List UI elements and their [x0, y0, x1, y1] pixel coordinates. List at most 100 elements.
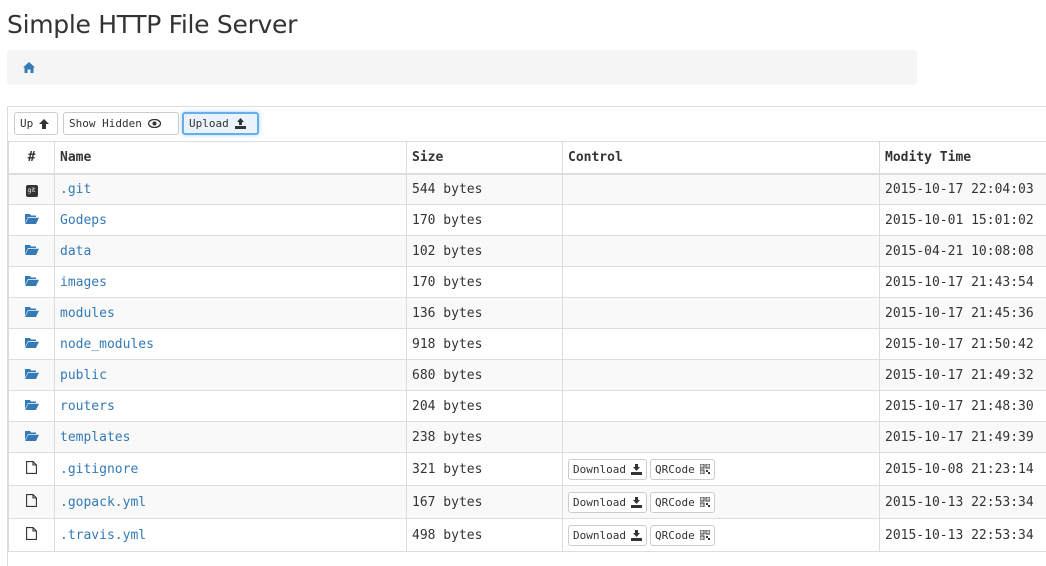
- download-icon: [631, 530, 642, 541]
- file-icon: [26, 463, 37, 478]
- table-row: templates 238 bytes 2015-10-17 21:49:39: [9, 422, 1046, 453]
- page-title: Simple HTTP File Server: [7, 10, 297, 39]
- mtime-cell: 2015-10-13 22:53:34: [880, 486, 1046, 519]
- folder-open-icon: [25, 399, 39, 414]
- qrcode-label: QRCode: [655, 463, 695, 476]
- file-link[interactable]: modules: [60, 306, 115, 321]
- git-icon: git: [26, 181, 38, 196]
- table-row: node_modules 918 bytes 2015-10-17 21:50:42: [9, 329, 1046, 360]
- file-link[interactable]: .travis.yml: [60, 528, 146, 543]
- name-cell: .gopack.yml: [55, 486, 407, 519]
- size-cell: 136 bytes: [407, 298, 563, 329]
- size-cell: 544 bytes: [407, 174, 563, 205]
- home-icon[interactable]: [23, 62, 35, 73]
- table-row: .gopack.yml 167 bytes Download QRCode 2015-1…: [9, 486, 1046, 519]
- row-icon-cell: [9, 267, 55, 298]
- mtime-cell: 2015-10-17 21:45:36: [880, 298, 1046, 329]
- download-label: Download: [573, 529, 626, 542]
- qrcode-icon: [700, 530, 710, 540]
- control-cell: Download QRCode: [563, 486, 880, 519]
- up-button[interactable]: Up: [14, 112, 58, 135]
- row-icon-cell: git: [9, 174, 55, 205]
- file-link[interactable]: images: [60, 275, 107, 290]
- name-cell: images: [55, 267, 407, 298]
- qrcode-button[interactable]: QRCode: [650, 525, 715, 546]
- table-row: Godeps170 bytes2015-10-01 15:01:02: [9, 205, 1046, 236]
- file-icon: [26, 529, 37, 544]
- mtime-cell: 2015-10-17 21:48:30: [880, 391, 1046, 422]
- name-cell: public: [55, 360, 407, 391]
- table-row: routers 204 bytes 2015-10-17 21:48:30: [9, 391, 1046, 422]
- col-header-index: #: [9, 142, 55, 174]
- size-cell: 170 bytes: [407, 267, 563, 298]
- table-row: images 170 bytes 2015-10-17 21:43:54: [9, 267, 1046, 298]
- table-row: git.git544 bytes2015-10-17 22:04:03: [9, 174, 1046, 205]
- row-icon-cell: [9, 298, 55, 329]
- download-button[interactable]: Download: [568, 492, 647, 513]
- size-cell: 918 bytes: [407, 329, 563, 360]
- upload-button[interactable]: Upload: [182, 112, 259, 135]
- name-cell: modules: [55, 298, 407, 329]
- folder-open-icon: [25, 430, 39, 445]
- qrcode-label: QRCode: [655, 529, 695, 542]
- name-cell: .git: [55, 174, 407, 205]
- download-label: Download: [573, 496, 626, 509]
- mtime-cell: 2015-10-17 21:50:42: [880, 329, 1046, 360]
- file-link[interactable]: .gopack.yml: [60, 495, 146, 510]
- name-cell: .gitignore: [55, 453, 407, 486]
- table-row: data102 bytes2015-04-21 10:08:08: [9, 236, 1046, 267]
- size-cell: 238 bytes: [407, 422, 563, 453]
- name-cell: templates: [55, 422, 407, 453]
- file-link[interactable]: data: [60, 244, 91, 259]
- col-header-name[interactable]: Name: [55, 142, 407, 174]
- download-button[interactable]: Download: [568, 459, 647, 480]
- row-icon-cell: [9, 236, 55, 267]
- eye-icon: [148, 119, 161, 128]
- download-icon: [631, 497, 642, 508]
- qrcode-button[interactable]: QRCode: [650, 459, 715, 480]
- folder-open-icon: [25, 368, 39, 383]
- file-link[interactable]: public: [60, 368, 107, 383]
- file-link[interactable]: .gitignore: [60, 462, 138, 477]
- control-cell: [563, 174, 880, 205]
- file-link[interactable]: .git: [60, 182, 91, 197]
- mtime-cell: 2015-10-01 15:01:02: [880, 205, 1046, 236]
- mtime-cell: 2015-10-17 21:43:54: [880, 267, 1046, 298]
- download-button[interactable]: Download: [568, 525, 647, 546]
- size-cell: 167 bytes: [407, 486, 563, 519]
- mtime-cell: 2015-10-17 21:49:39: [880, 422, 1046, 453]
- control-cell: [563, 205, 880, 236]
- download-icon: [631, 464, 642, 475]
- qrcode-button[interactable]: QRCode: [650, 492, 715, 513]
- size-cell: 321 bytes: [407, 453, 563, 486]
- file-link[interactable]: Godeps: [60, 213, 107, 228]
- upload-icon: [235, 118, 246, 129]
- col-header-size[interactable]: Size: [407, 142, 563, 174]
- mtime-cell: 2015-10-17 21:49:32: [880, 360, 1046, 391]
- table-header-row: # Name Size Control Modity Time: [9, 142, 1046, 174]
- mtime-cell: 2015-04-21 10:08:08: [880, 236, 1046, 267]
- mtime-cell: 2015-10-08 21:23:14: [880, 453, 1046, 486]
- row-icon-cell: [9, 205, 55, 236]
- control-cell: [563, 329, 880, 360]
- file-link[interactable]: node_modules: [60, 337, 154, 352]
- qrcode-label: QRCode: [655, 496, 695, 509]
- folder-open-icon: [25, 306, 39, 321]
- control-cell: [563, 391, 880, 422]
- row-icon-cell: [9, 391, 55, 422]
- size-cell: 204 bytes: [407, 391, 563, 422]
- show-hidden-label: Show Hidden: [69, 117, 142, 130]
- file-link[interactable]: templates: [60, 430, 130, 445]
- folder-open-icon: [25, 275, 39, 290]
- control-cell: [563, 422, 880, 453]
- upload-button-label: Upload: [189, 117, 229, 130]
- control-cell: [563, 236, 880, 267]
- file-link[interactable]: routers: [60, 399, 115, 414]
- row-icon-cell: [9, 453, 55, 486]
- folder-open-icon: [25, 244, 39, 259]
- size-cell: 680 bytes: [407, 360, 563, 391]
- col-header-mtime[interactable]: Modity Time: [880, 142, 1046, 174]
- qrcode-icon: [700, 497, 710, 507]
- name-cell: Godeps: [55, 205, 407, 236]
- show-hidden-button[interactable]: Show Hidden: [63, 112, 179, 135]
